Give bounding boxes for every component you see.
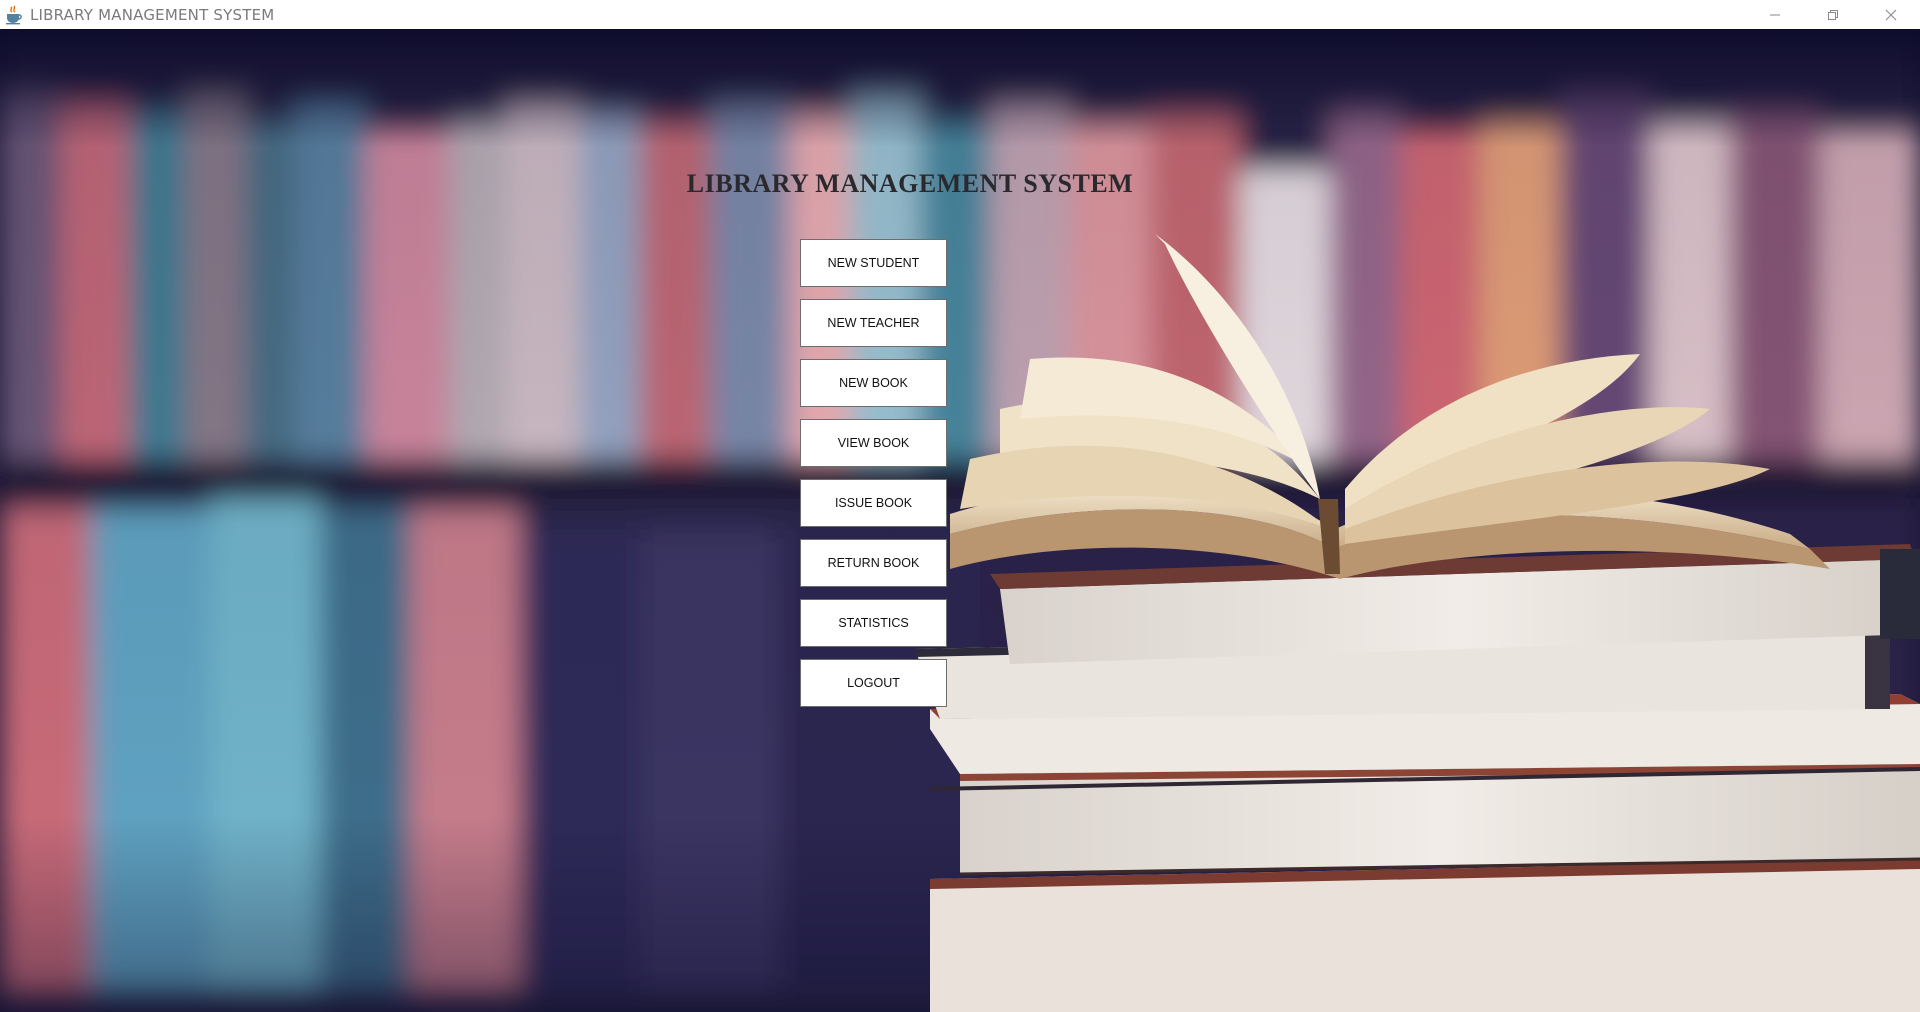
restore-icon (1828, 9, 1838, 20)
minimize-icon (1770, 14, 1780, 15)
java-coffee-cup-icon (6, 5, 22, 24)
main-menu: NEW STUDENT NEW TEACHER NEW BOOK VIEW BO… (800, 239, 950, 719)
logout-button[interactable]: LOGOUT (800, 659, 947, 707)
close-button[interactable] (1862, 0, 1920, 29)
title-bar: LIBRARY MANAGEMENT SYSTEM (0, 0, 1920, 29)
main-panel: LIBRARY MANAGEMENT SYSTEM NEW STUDENT NE… (0, 29, 1920, 1012)
new-book-button[interactable]: NEW BOOK (800, 359, 947, 407)
new-student-button[interactable]: NEW STUDENT (800, 239, 947, 287)
statistics-button[interactable]: STATISTICS (800, 599, 947, 647)
return-book-button[interactable]: RETURN BOOK (800, 539, 947, 587)
window-controls (1746, 0, 1920, 29)
app-window: LIBRARY MANAGEMENT SYSTEM LIBRARY MANAGE… (0, 0, 1920, 1012)
page-title: LIBRARY MANAGEMENT SYSTEM (686, 169, 1134, 198)
minimize-button[interactable] (1746, 0, 1804, 29)
new-teacher-button[interactable]: NEW TEACHER (800, 299, 947, 347)
view-book-button[interactable]: VIEW BOOK (800, 419, 947, 467)
window-title: LIBRARY MANAGEMENT SYSTEM (30, 5, 275, 24)
restore-button[interactable] (1804, 0, 1862, 29)
issue-book-button[interactable]: ISSUE BOOK (800, 479, 947, 527)
close-icon (1885, 9, 1897, 20)
